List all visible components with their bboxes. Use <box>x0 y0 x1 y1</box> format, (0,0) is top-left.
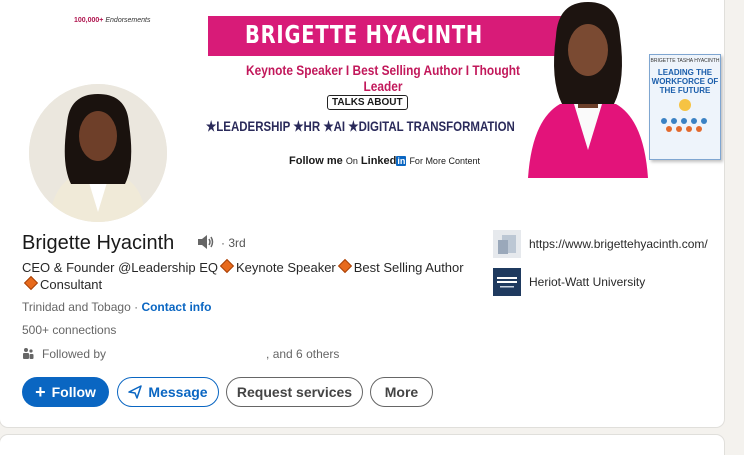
connections-count: 500+ connections <box>22 323 117 337</box>
diamond-icon <box>219 258 235 274</box>
diamond-icon <box>337 258 352 274</box>
profile-photo[interactable] <box>25 80 171 226</box>
banner-follow-linkedin: Follow me On Linkedin For More Content <box>289 155 480 167</box>
banner-tagline: Keynote Speaker I Best Selling Author I … <box>246 62 520 94</box>
banner-name: BRIGETTE HYACINTH <box>244 20 484 49</box>
followed-by[interactable]: Followed by, and 6 others <box>22 347 339 361</box>
education-name[interactable]: Heriot-Watt University <box>529 275 709 290</box>
request-services-button[interactable]: Request services <box>226 377 363 407</box>
book-cover-image: BRIGETTE TASHA HYACINTH LEADING THE WORK… <box>649 54 721 160</box>
connection-degree: · 3rd <box>221 236 246 250</box>
endorsements-text: 100,000+ Endorsements <box>74 17 151 24</box>
profile-location: Trinidad and Tobago · Contact info <box>22 300 212 314</box>
profile-name: Brigette Hyacinth <box>22 232 175 254</box>
plus-icon: + <box>35 382 46 402</box>
website-link[interactable]: https://www.brigettehyacinth.com/ <box>529 237 709 252</box>
more-button[interactable]: More <box>370 377 433 407</box>
profile-headline: CEO & Founder @Leadership EQ Keynote Spea… <box>22 258 464 292</box>
contact-info-link[interactable]: Contact info <box>141 300 211 314</box>
education-item[interactable]: Heriot-Watt University <box>493 268 709 296</box>
follow-button[interactable]: + Follow <box>22 377 109 407</box>
university-logo-icon <box>493 268 521 296</box>
diamond-icon <box>23 275 39 291</box>
website-link-item[interactable]: https://www.brigettehyacinth.com/ <box>493 230 709 258</box>
banner-talks-about: TALKS ABOUT <box>327 95 408 110</box>
message-button[interactable]: Message <box>117 377 219 407</box>
profile-card: 100,000+ Endorsements BRIGETTE HYACINTH … <box>0 0 724 427</box>
banner-portrait-image <box>528 2 648 178</box>
website-logo-icon <box>493 230 521 258</box>
send-icon <box>128 385 143 399</box>
next-section-card <box>0 435 724 455</box>
banner-topics: ★LEADERSHIP ★HR ★AI ★DIGITAL TRANSFORMAT… <box>206 118 515 134</box>
people-icon <box>23 348 34 359</box>
redacted-names <box>106 348 266 358</box>
speaker-icon[interactable] <box>196 234 216 250</box>
